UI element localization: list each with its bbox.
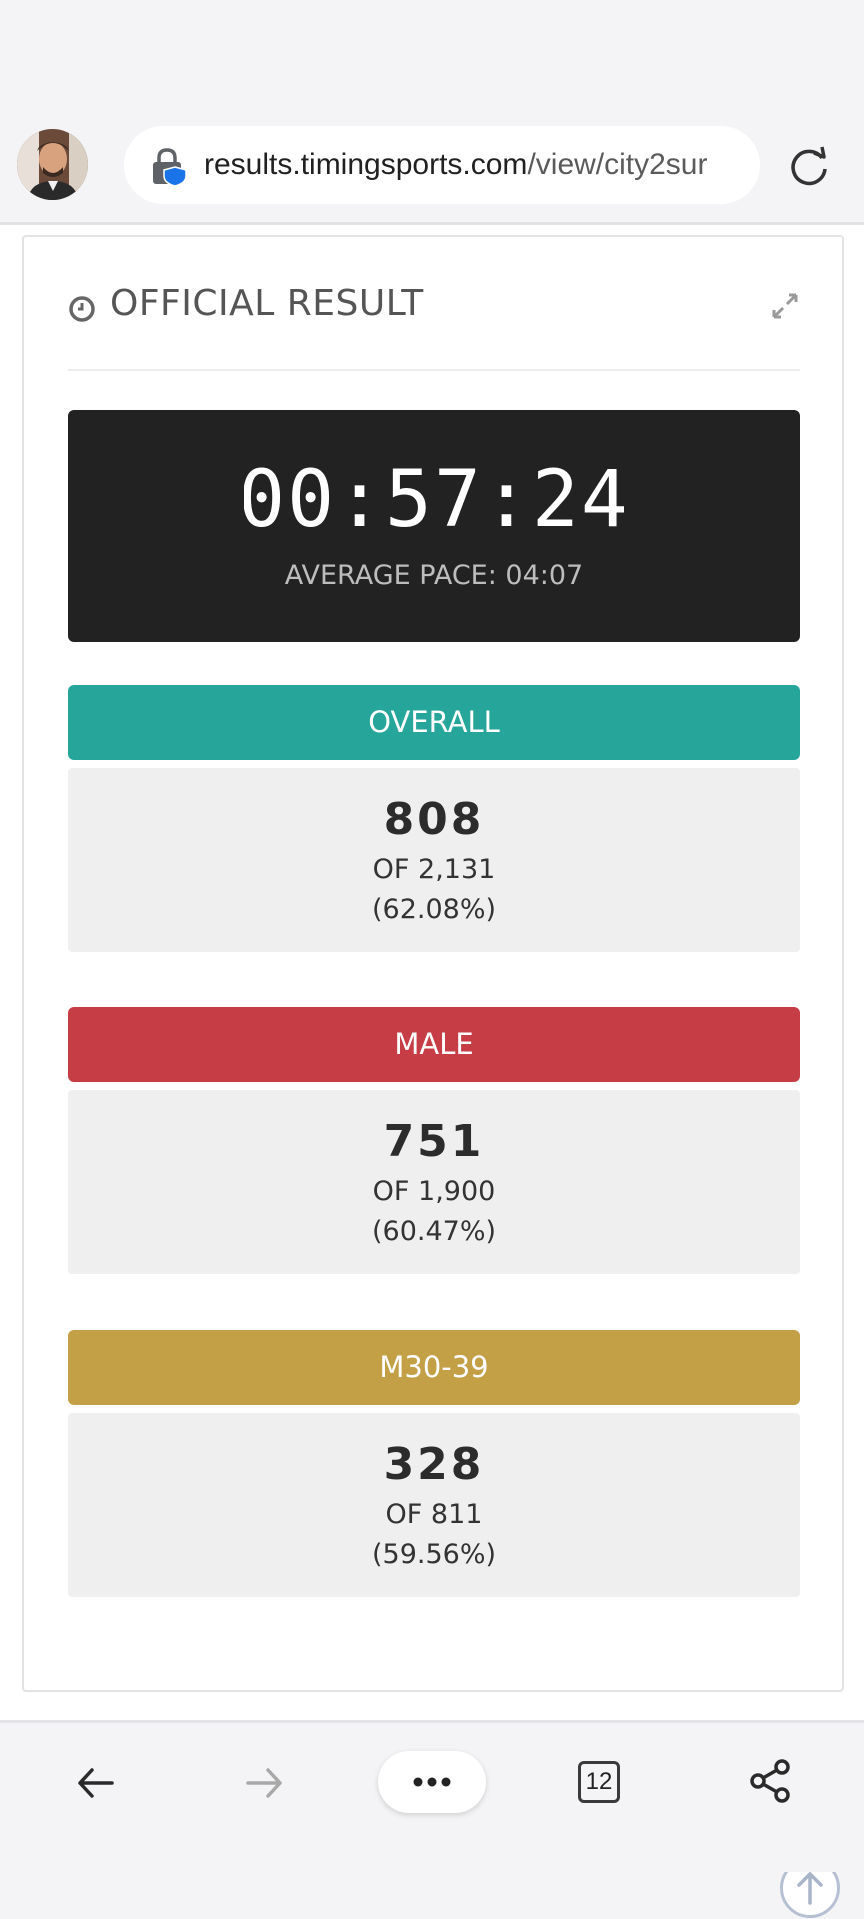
- panel-title: OFFICIAL RESULT: [110, 283, 424, 324]
- rank-category-header: M30-39: [68, 1330, 800, 1405]
- panel-header: OFFICIAL RESULT: [68, 277, 800, 347]
- url-domain: results.timingsports.com: [204, 148, 528, 181]
- rank-percent: (62.08%): [371, 894, 497, 925]
- rank-position: 328: [383, 1439, 485, 1490]
- results-page: OFFICIAL RESULT 00:57:24 AVERAGE PACE: 0…: [0, 225, 864, 1918]
- rank-percent: (59.56%): [371, 1539, 497, 1570]
- rank-card: 751 OF 1,900 (60.47%): [68, 1090, 800, 1274]
- official-result-panel: OFFICIAL RESULT 00:57:24 AVERAGE PACE: 0…: [22, 235, 844, 1692]
- profile-avatar[interactable]: [17, 129, 88, 200]
- more-dots-icon: [413, 1777, 451, 1787]
- arrow-left-icon[interactable]: [72, 1759, 120, 1807]
- reload-icon[interactable]: [786, 144, 832, 190]
- gesture-bar-area: [0, 1836, 864, 1872]
- rank-card: 328 OF 811 (59.56%): [68, 1413, 800, 1597]
- header-divider: [68, 369, 800, 371]
- status-bar-area: [0, 0, 864, 110]
- tabs-button[interactable]: 12: [578, 1761, 620, 1803]
- browser-address-bar: results.timingsports.com/view/city2sur: [0, 110, 864, 225]
- rank-total: OF 811: [385, 1499, 483, 1530]
- rank-total: OF 2,131: [372, 854, 496, 885]
- finish-time: 00:57:24: [68, 460, 800, 540]
- lock-shield-icon: [153, 148, 187, 186]
- expand-icon[interactable]: [770, 291, 800, 321]
- more-menu-button[interactable]: [378, 1751, 486, 1813]
- finish-time-box: 00:57:24 AVERAGE PACE: 04:07: [68, 410, 800, 642]
- share-icon[interactable]: [746, 1757, 794, 1805]
- rank-category-header: OVERALL: [68, 685, 800, 760]
- rank-card: 808 OF 2,131 (62.08%): [68, 768, 800, 952]
- rank-total: OF 1,900: [372, 1176, 496, 1207]
- clock-icon: [69, 296, 95, 322]
- rank-position: 751: [383, 1116, 485, 1167]
- rank-category-header: MALE: [68, 1007, 800, 1082]
- url-field[interactable]: results.timingsports.com/view/city2sur: [124, 126, 760, 204]
- url-text: results.timingsports.com/view/city2sur: [204, 146, 744, 184]
- average-pace: AVERAGE PACE: 04:07: [284, 560, 584, 591]
- arrow-right-icon[interactable]: [240, 1759, 288, 1807]
- url-path: /view/city2sur: [527, 148, 708, 181]
- rank-percent: (60.47%): [371, 1216, 497, 1247]
- rank-position: 808: [383, 794, 485, 845]
- finish-time-text: 00:57:24: [244, 460, 624, 540]
- browser-bottom-bar: 12: [0, 1720, 864, 1836]
